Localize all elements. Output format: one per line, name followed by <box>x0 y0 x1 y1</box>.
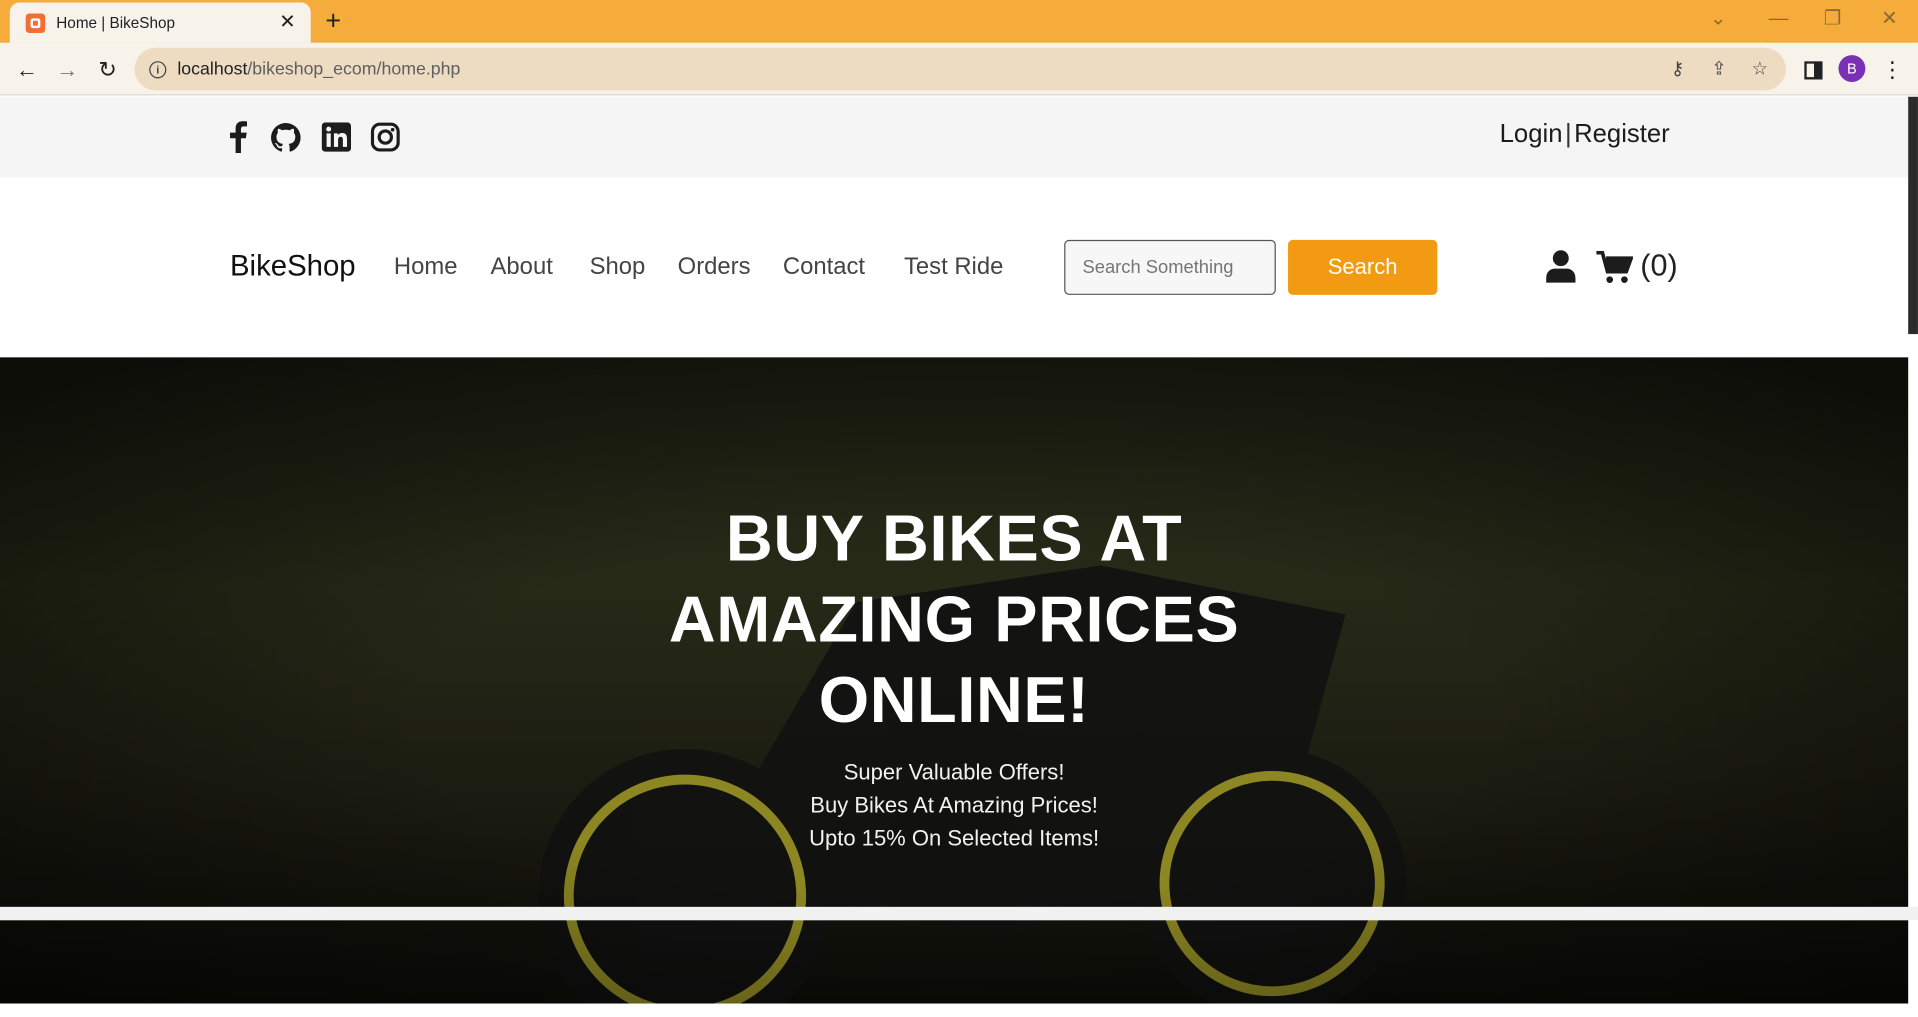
new-tab-icon[interactable]: + <box>325 7 341 34</box>
social-topbar: Login | Register <box>0 96 1909 178</box>
main-navbar: BikeShop Home About Shop Orders Contact … <box>0 177 1909 358</box>
window-close-icon[interactable]: ✕ <box>1881 7 1897 31</box>
login-link[interactable]: Login <box>1500 120 1563 148</box>
hero-line: Upto 15% On Selected Items! <box>809 826 1100 851</box>
hero-subtitle: Super Valuable Offers! Buy Bikes At Amaz… <box>0 756 1908 855</box>
page-viewport: Login | Register BikeShop Home About Shop … <box>0 96 1918 1017</box>
back-icon[interactable]: ← <box>13 56 40 83</box>
hero-line: Super Valuable Offers! <box>843 759 1065 785</box>
search-input[interactable] <box>1064 239 1276 295</box>
facebook-icon[interactable] <box>228 120 250 154</box>
nav-test-ride[interactable]: Test Ride <box>904 253 1003 281</box>
auth-links: Login | Register <box>1500 120 1670 149</box>
browser-toolbar: ← → ↻ i localhost/bikeshop_ecom/home.php… <box>0 42 1918 96</box>
register-link[interactable]: Register <box>1574 120 1670 148</box>
nav-home[interactable]: Home <box>394 253 458 281</box>
restore-icon[interactable]: ❐ <box>1824 7 1842 31</box>
brand-logo[interactable]: BikeShop <box>230 250 356 284</box>
browser-tab[interactable]: Home | BikeShop ✕ <box>9 2 311 43</box>
hero-line: Buy Bikes At Amazing Prices! <box>810 793 1098 818</box>
instagram-icon[interactable] <box>369 120 400 154</box>
cart-count[interactable]: (0) <box>1640 248 1677 283</box>
cart-icon[interactable] <box>1596 250 1634 290</box>
url-text[interactable]: localhost/bikeshop_ecom/home.php <box>177 59 460 79</box>
tab-title: Home | BikeShop <box>56 14 175 32</box>
nav-shop[interactable]: Shop <box>590 253 646 281</box>
github-icon[interactable] <box>269 120 301 154</box>
forward-icon[interactable]: → <box>54 56 81 83</box>
share-icon[interactable]: ⇪ <box>1711 58 1726 80</box>
tab-close-icon[interactable]: ✕ <box>276 12 298 34</box>
auth-separator: | <box>1564 119 1572 149</box>
search-button[interactable]: Search <box>1288 239 1438 295</box>
browser-tab-strip: Home | BikeShop ✕ + ⌄ — ❐ ✕ <box>0 0 1918 43</box>
menu-kebab-icon[interactable]: ⋮ <box>1879 56 1906 83</box>
page-bottom-strip <box>0 906 1918 921</box>
site-info-icon[interactable]: i <box>149 60 167 78</box>
user-icon[interactable] <box>1546 250 1576 289</box>
key-icon[interactable]: ⚷ <box>1671 58 1684 80</box>
hero-title: BUY BIKES AT AMAZING PRICES ONLINE! <box>668 502 1240 737</box>
reload-icon[interactable]: ↻ <box>94 56 121 83</box>
xampp-favicon-icon <box>25 12 46 33</box>
nav-about[interactable]: About <box>491 253 553 281</box>
minimize-icon[interactable]: — <box>1769 7 1789 31</box>
profile-avatar[interactable]: B <box>1838 55 1866 82</box>
side-panel-icon[interactable] <box>1799 56 1826 83</box>
hero-content: BUY BIKES AT AMAZING PRICES ONLINE! Supe… <box>0 499 1908 855</box>
linkedin-icon[interactable] <box>320 120 351 154</box>
address-bar[interactable]: i localhost/bikeshop_ecom/home.php ⚷ ⇪ ☆ <box>134 47 1786 91</box>
tab-search-icon[interactable]: ⌄ <box>1710 7 1726 31</box>
bookmark-star-icon[interactable]: ☆ <box>1752 58 1768 80</box>
page-scrollbar[interactable] <box>1908 96 1918 335</box>
nav-contact[interactable]: Contact <box>783 253 865 281</box>
nav-orders[interactable]: Orders <box>678 253 751 281</box>
